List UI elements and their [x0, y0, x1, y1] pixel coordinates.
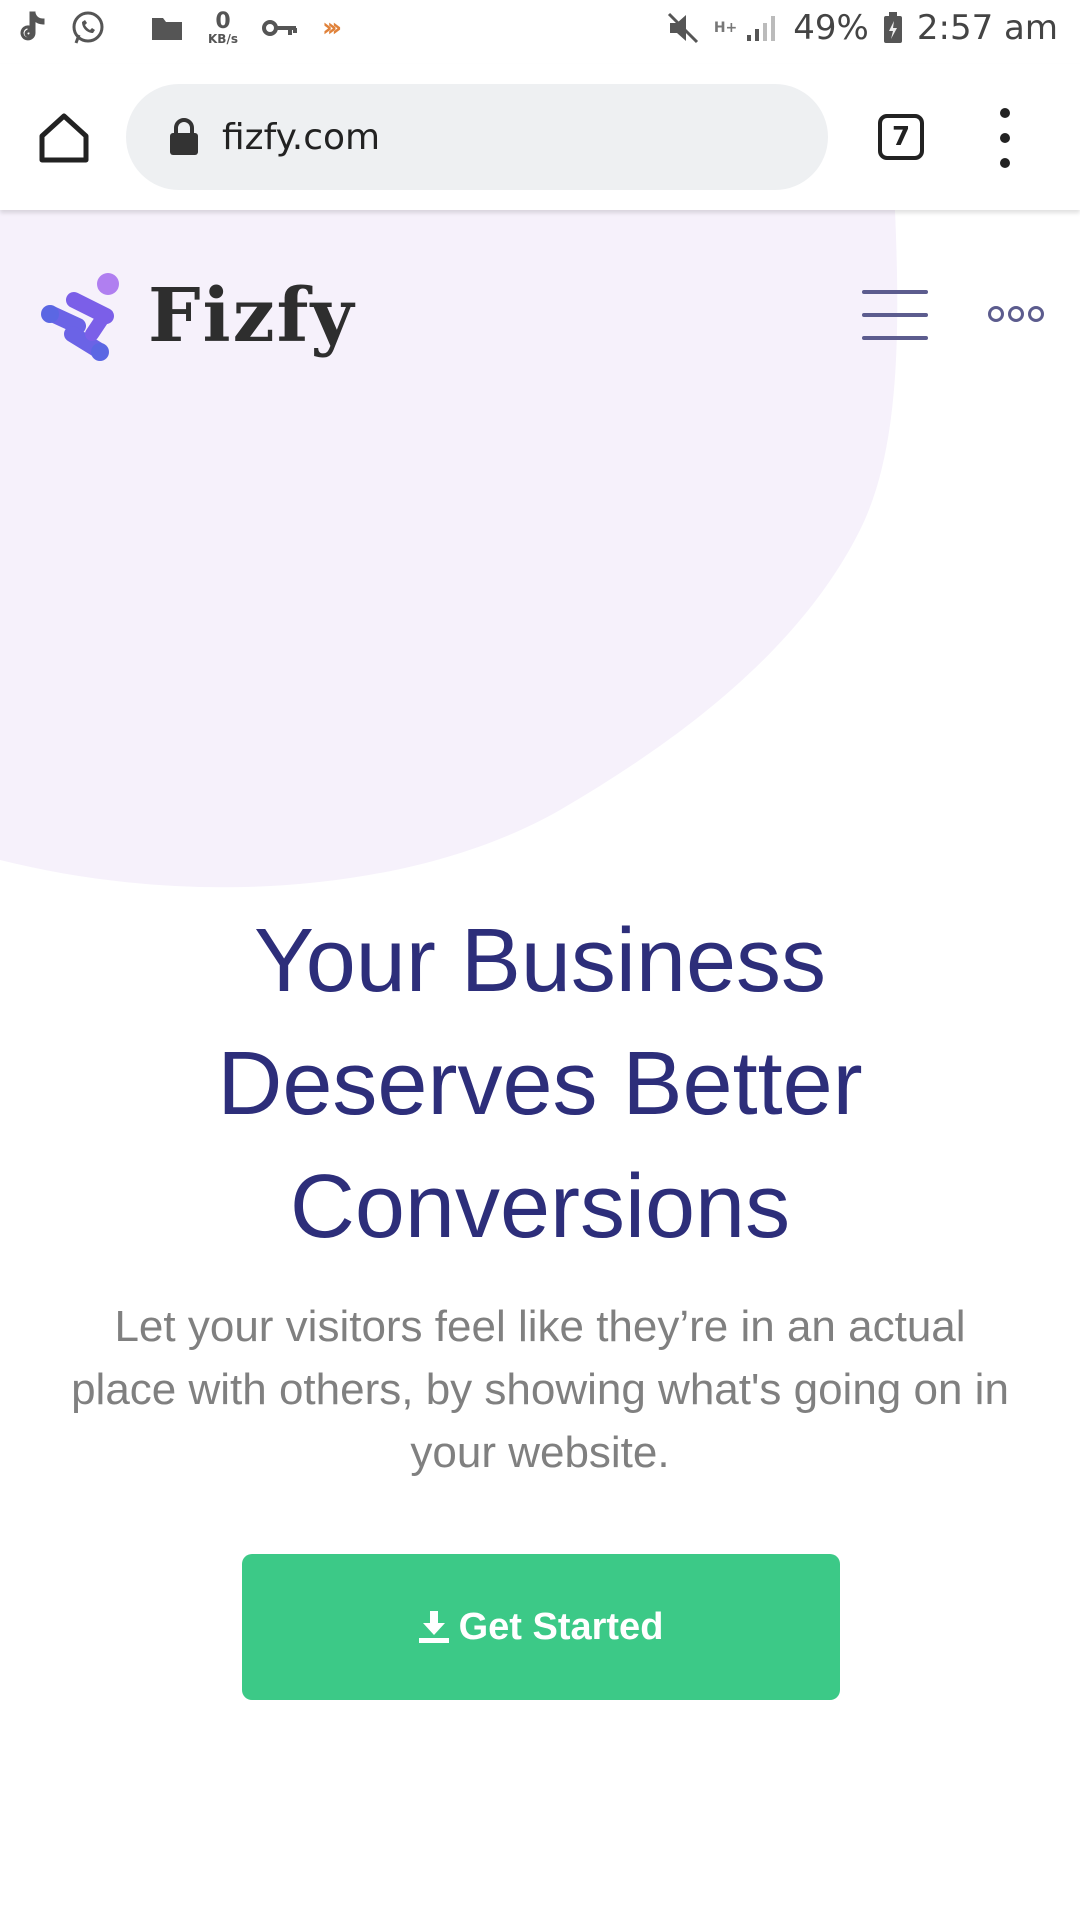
address-bar[interactable]: fizfy.com	[126, 84, 828, 190]
more-horiz-icon	[988, 306, 1004, 322]
key-icon	[261, 18, 298, 38]
battery-icon	[883, 12, 903, 44]
folder-icon	[150, 14, 184, 42]
hero-title: Your Business Deserves Better Conversion…	[0, 900, 1080, 1269]
more-vert-icon	[1000, 108, 1010, 118]
clock: 2:57 am	[916, 8, 1058, 48]
site-header: Fizfy	[0, 210, 1080, 430]
tiktok-icon	[20, 11, 46, 45]
mute-icon	[666, 11, 700, 45]
tab-count: 7	[891, 122, 911, 152]
download-icon	[418, 1611, 449, 1643]
status-bar: 0 KB/s ››› H+ 49% 2:57 am	[0, 0, 1080, 64]
site-logo[interactable]: Fizfy	[38, 270, 356, 362]
hero-title-line-3: Conversions	[289, 1157, 791, 1257]
network-speed-value: 0	[215, 9, 231, 34]
get-started-label: Get Started	[458, 1605, 664, 1648]
brand-name: Fizfy	[148, 273, 356, 359]
signal-icon	[745, 13, 779, 43]
hero-subtitle: Let your visitors feel like they’re in a…	[71, 1302, 1009, 1477]
browser-toolbar: fizfy.com 7	[0, 64, 1080, 210]
battery-percent: 49%	[793, 8, 869, 48]
hero-title-line-1: Your Business	[253, 911, 827, 1011]
home-icon	[39, 113, 89, 163]
hamburger-menu-button[interactable]	[862, 290, 928, 340]
lock-icon	[170, 118, 198, 155]
get-started-button[interactable]: Get Started	[242, 1554, 840, 1700]
forward-arrows-icon: ›››	[321, 13, 342, 43]
logo-mark-icon	[41, 273, 119, 361]
network-speed-unit: KB/s	[208, 32, 238, 46]
network-type: H+	[713, 20, 738, 36]
hero-title-line-2: Deserves Better	[217, 1034, 863, 1134]
home-button[interactable]	[36, 110, 92, 166]
browser-menu-button[interactable]	[990, 108, 1020, 168]
tabs-button[interactable]: 7	[878, 114, 924, 160]
web-page: Fizfy Your Business Deserves Better Conv…	[0, 210, 1080, 1920]
url-text: fizfy.com	[222, 116, 381, 158]
network-speed: 0 KB/s	[208, 9, 238, 46]
hamburger-icon	[862, 290, 928, 294]
whatsapp-icon	[70, 10, 106, 46]
more-horiz-button[interactable]	[988, 306, 1044, 322]
